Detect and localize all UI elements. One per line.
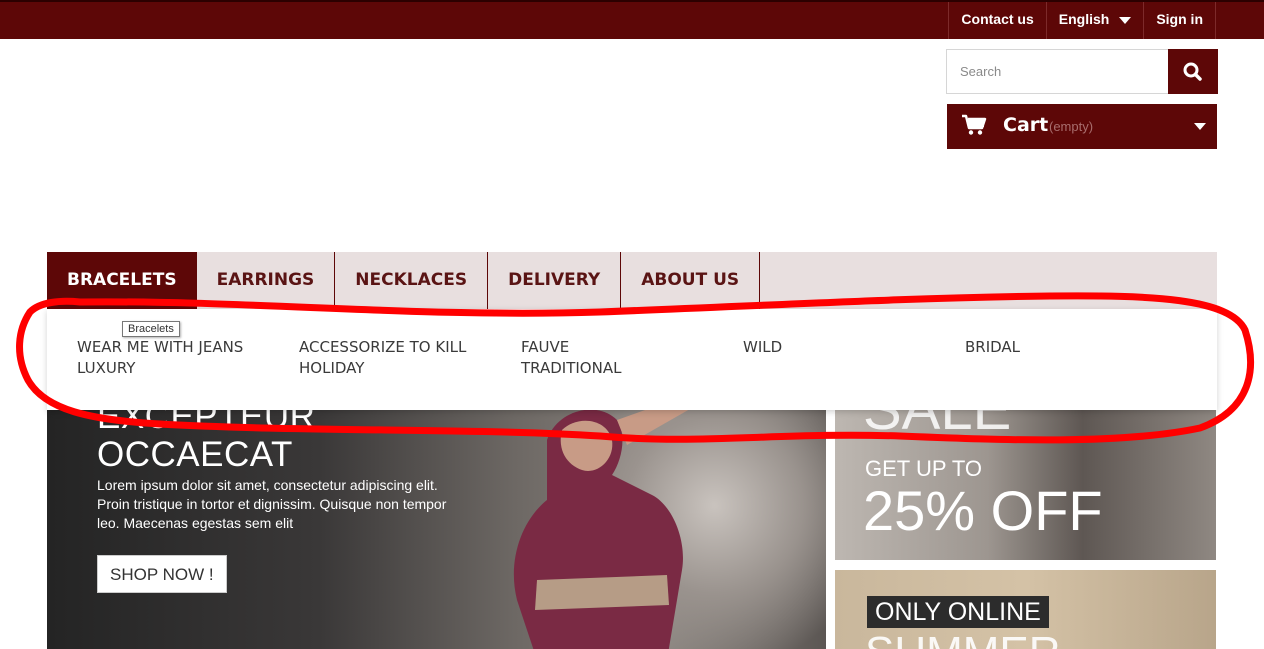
hero-slider[interactable]: EXCEPTEUR OCCAECAT Lorem ipsum dolor sit… (47, 410, 826, 649)
menu-item-delivery[interactable]: DELIVERY (488, 252, 622, 309)
language-selector[interactable]: English (1045, 2, 1144, 39)
submenu-item-traditional[interactable]: TRADITIONAL (521, 358, 731, 379)
sale-offer: 25% OFF (863, 479, 1103, 542)
sale-banner[interactable]: SALE GET UP TO 25% OFF (835, 410, 1216, 560)
search-button[interactable] (1168, 49, 1218, 94)
search-icon (1183, 62, 1202, 81)
search-box (946, 49, 1218, 94)
tooltip: Bracelets (122, 321, 180, 337)
sale-headline: SALE (863, 410, 1011, 443)
cart-icon (962, 114, 987, 135)
top-bar: Contact us English Sign in (0, 0, 1264, 39)
cart-button[interactable]: Cart (empty) (947, 104, 1217, 149)
chevron-down-icon (1119, 16, 1132, 24)
online-headline: SUMMER (865, 628, 1061, 649)
sign-in-link[interactable]: Sign in (1143, 2, 1216, 39)
online-banner[interactable]: ONLY ONLINE SUMMER (835, 570, 1216, 649)
menu-item-about-us[interactable]: ABOUT US (621, 252, 761, 309)
submenu-item-bridal[interactable]: BRIDAL (965, 337, 1175, 358)
submenu-column: WILD (743, 337, 953, 358)
cart-title: Cart (1003, 114, 1049, 136)
submenu-item-luxury[interactable]: LUXURY (77, 358, 287, 379)
menu-item-bracelets[interactable]: BRACELETS (47, 252, 197, 309)
submenu-item-fauve[interactable]: FAUVE (521, 337, 731, 358)
hero-title-line: OCCAECAT (97, 435, 293, 474)
submenu-column: FAUVE TRADITIONAL (521, 337, 731, 379)
menu-item-earrings[interactable]: EARRINGS (197, 252, 336, 309)
submenu-item-wild[interactable]: WILD (743, 337, 953, 358)
chevron-down-icon (1194, 123, 1206, 130)
top-links: Contact us English Sign in (948, 2, 1216, 39)
shop-now-button[interactable]: SHOP NOW ! (97, 555, 227, 593)
submenu-column: WEAR ME WITH JEANS LUXURY (77, 337, 287, 379)
submenu-item-holiday[interactable]: HOLIDAY (299, 358, 509, 379)
menu-item-necklaces[interactable]: NECKLACES (335, 252, 489, 309)
cart-status: (empty) (1049, 119, 1094, 134)
bracelets-submenu: WEAR ME WITH JEANS LUXURY ACCESSORIZE TO… (47, 309, 1217, 410)
model-image (513, 410, 689, 649)
hero-title-line: EXCEPTEUR (97, 410, 316, 436)
hero-title: EXCEPTEUR OCCAECAT (97, 410, 315, 474)
main-menu: BRACELETS EARRINGS NECKLACES DELIVERY AB… (47, 252, 1217, 309)
language-label: English (1058, 11, 1110, 27)
submenu-column: ACCESSORIZE TO KILL HOLIDAY (299, 337, 509, 379)
contact-us-link[interactable]: Contact us (948, 2, 1045, 39)
hero-description: Lorem ipsum dolor sit amet, consectetur … (97, 477, 447, 531)
submenu-column: BRIDAL (965, 337, 1175, 358)
submenu-item-accessorize-to-kill[interactable]: ACCESSORIZE TO KILL (299, 337, 509, 358)
search-input[interactable] (947, 50, 1168, 93)
submenu-item-wear-me-with-jeans[interactable]: WEAR ME WITH JEANS (77, 337, 287, 358)
online-tag: ONLY ONLINE (867, 596, 1049, 628)
